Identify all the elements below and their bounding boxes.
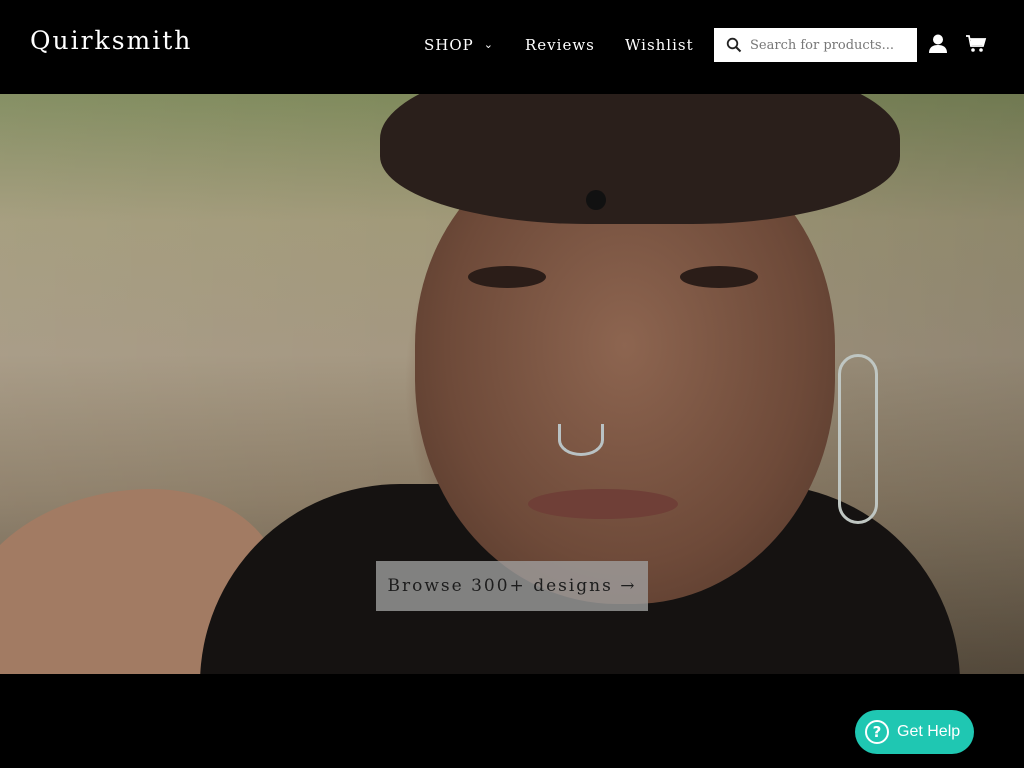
- search-box: [714, 28, 917, 62]
- hero-image-hair: [380, 94, 900, 224]
- nav-reviews-link[interactable]: Reviews: [525, 36, 595, 54]
- cart-icon[interactable]: [965, 33, 987, 55]
- hero-image-lips: [528, 489, 678, 519]
- search-icon[interactable]: [726, 37, 742, 53]
- hero-image-eye: [680, 266, 758, 288]
- nav-shop-label: SHOP: [424, 36, 474, 54]
- hero-image-eye: [468, 266, 546, 288]
- hero-banner: Browse 300+ designs →: [0, 94, 1024, 674]
- nav-wishlist-link[interactable]: Wishlist: [625, 36, 694, 54]
- nav-shop-menu[interactable]: SHOP ⌄: [424, 36, 494, 54]
- search-input[interactable]: [750, 37, 910, 53]
- site-header: Quirksmith SHOP ⌄ Reviews Wishlist: [0, 0, 1024, 94]
- help-icon: ?: [865, 720, 889, 744]
- hero-image-bindi: [586, 190, 606, 210]
- site-logo[interactable]: Quirksmith: [30, 26, 192, 55]
- get-help-button[interactable]: ? Get Help: [855, 710, 974, 754]
- hero-image-nose-ring: [558, 424, 604, 456]
- get-help-label: Get Help: [897, 723, 961, 740]
- hero-image-earring: [838, 354, 878, 524]
- account-icon[interactable]: [927, 33, 949, 55]
- chevron-down-icon: ⌄: [483, 38, 494, 51]
- browse-designs-button[interactable]: Browse 300+ designs →: [376, 561, 648, 611]
